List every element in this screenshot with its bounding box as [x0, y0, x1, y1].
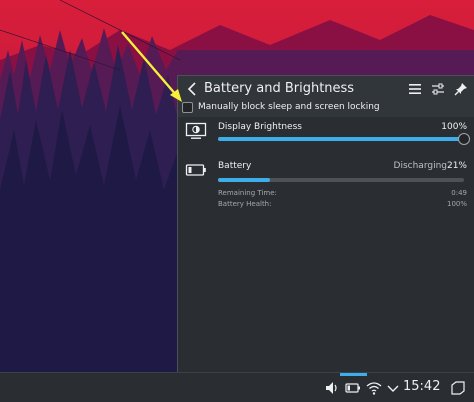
battery-tray-icon[interactable]	[344, 379, 362, 397]
brightness-label: Display Brightness	[218, 122, 302, 132]
battery-health-label: Battery Health:	[218, 200, 272, 208]
battery-percent: 21%	[446, 161, 467, 171]
show-desktop-icon[interactable]	[449, 379, 467, 397]
battery-status: Discharging	[393, 161, 447, 171]
device-list: Display Brightness 100% Battery Discharg…	[178, 117, 474, 373]
popup-title: Battery and Brightness	[204, 81, 355, 96]
taskbar: 15:42	[0, 372, 474, 402]
popup-header: Battery and Brightness	[178, 76, 474, 102]
brightness-value: 100%	[441, 122, 467, 132]
back-arrow-icon[interactable]	[184, 79, 202, 99]
clock[interactable]: 15:42	[403, 379, 440, 394]
brightness-slider[interactable]	[218, 137, 464, 141]
configure-icon[interactable]	[429, 80, 447, 98]
inhibit-sleep-checkbox[interactable]	[182, 102, 193, 113]
pin-icon[interactable]	[452, 80, 470, 98]
remaining-time-label: Remaining Time:	[218, 189, 277, 197]
inhibit-sleep-label: Manually block sleep and screen locking	[198, 102, 380, 112]
monitor-brightness-icon	[185, 122, 207, 139]
volume-icon[interactable]	[323, 379, 341, 397]
battery-charge-bar	[218, 178, 464, 182]
battery-charge-fill	[218, 178, 270, 182]
wifi-icon[interactable]	[365, 379, 383, 397]
battery-health-value: 100%	[446, 200, 467, 208]
active-tray-indicator	[340, 373, 367, 376]
battery-brightness-popup: Battery and Brightness Manually block sl…	[177, 75, 474, 373]
hamburger-menu-icon[interactable]	[406, 80, 424, 98]
battery-icon	[185, 164, 206, 176]
brightness-slider-fill	[218, 137, 464, 141]
brightness-slider-handle[interactable]	[458, 133, 470, 145]
remaining-time-value: 0:49	[451, 189, 467, 197]
battery-label: Battery	[218, 161, 252, 171]
expand-tray-icon[interactable]	[384, 379, 402, 397]
